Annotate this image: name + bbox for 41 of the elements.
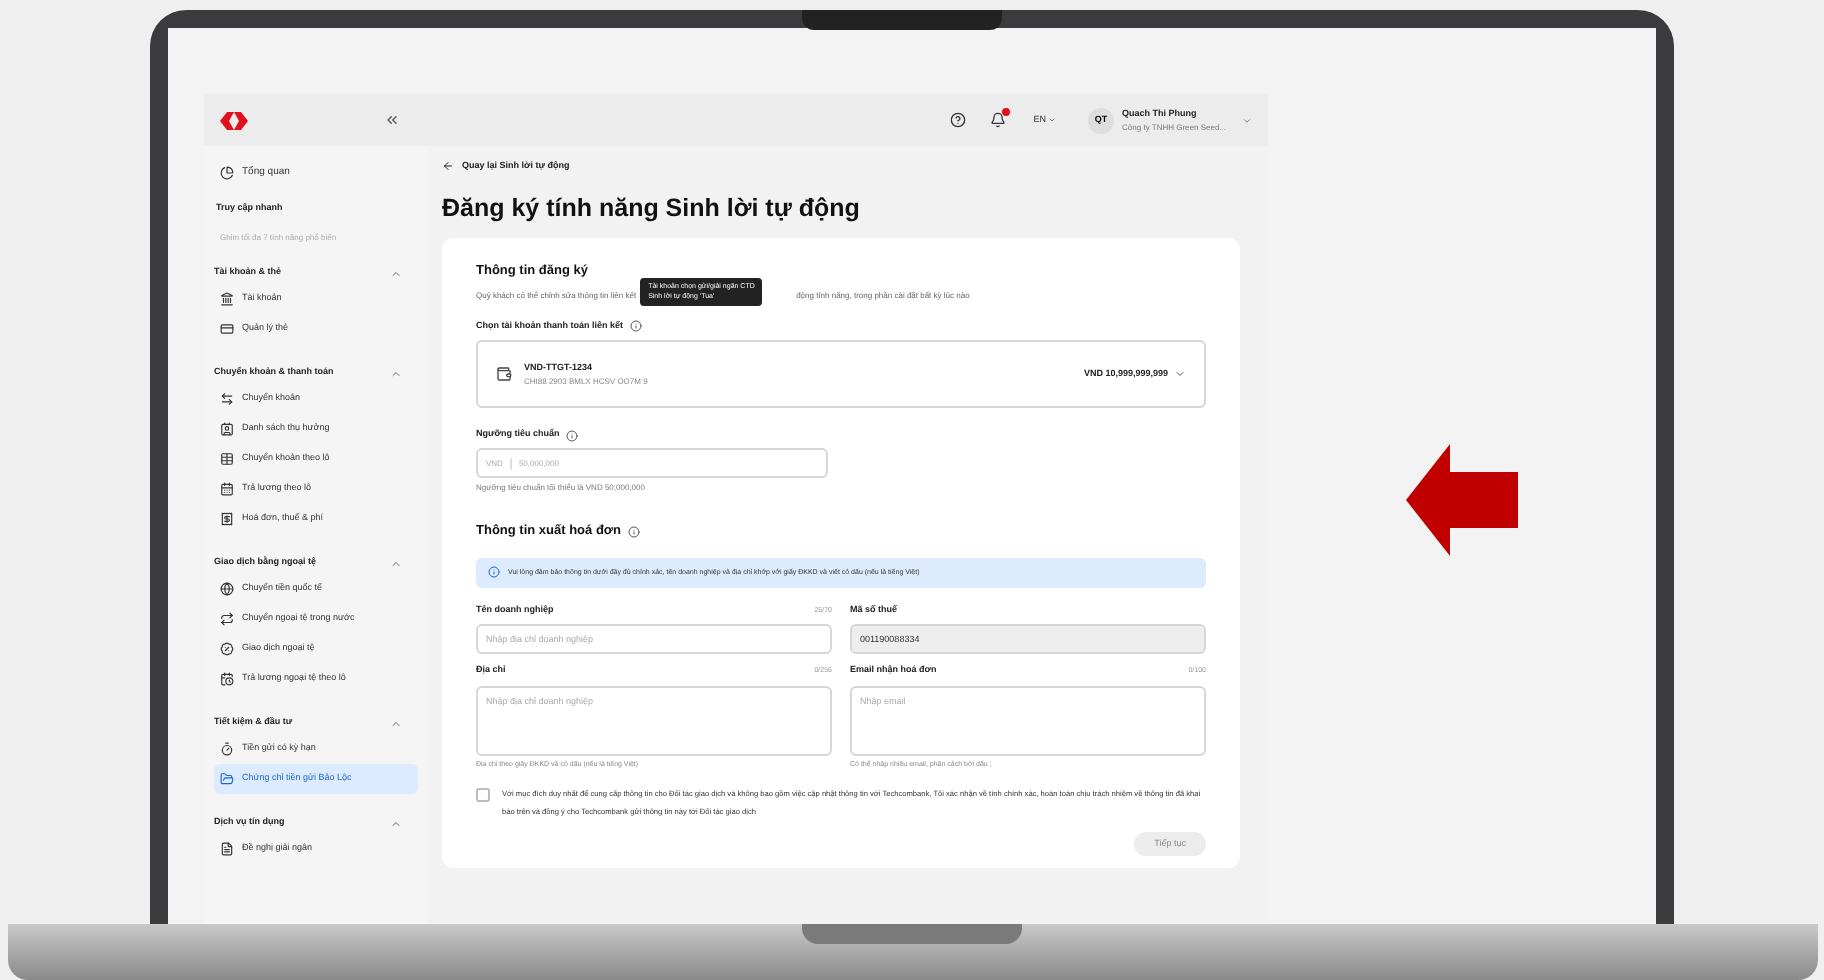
- percent-badge-icon: [220, 641, 234, 656]
- help-icon[interactable]: [949, 112, 966, 128]
- bell-icon: [989, 112, 1006, 128]
- page-title: Đăng ký tính năng Sinh lời tự động: [442, 193, 862, 222]
- calendar-icon: [220, 671, 234, 686]
- exchange-icon: [220, 611, 234, 626]
- info-icon[interactable]: [565, 429, 578, 442]
- chevron-up-icon: [390, 817, 402, 830]
- collapse-toggle[interactable]: [390, 367, 402, 380]
- chevron-up-icon: [390, 557, 402, 570]
- collapse-icon[interactable]: [384, 112, 400, 128]
- card-icon: [220, 321, 234, 336]
- collapse-toggle[interactable]: [390, 557, 402, 570]
- info-icon[interactable]: [629, 319, 642, 332]
- pie-chart-icon: [220, 166, 234, 180]
- chevron-down-icon: [1174, 368, 1186, 381]
- collapse-toggle[interactable]: [390, 717, 402, 730]
- chevron-down-icon: [1242, 115, 1252, 125]
- chevron-up-icon: [390, 717, 402, 730]
- checkbox[interactable]: [476, 788, 490, 802]
- folder-icon: [220, 771, 234, 786]
- timer-icon: [220, 741, 234, 756]
- back-arrow-icon: [442, 160, 454, 173]
- collapse-toggle[interactable]: [390, 267, 402, 280]
- bank-icon: [220, 291, 234, 306]
- chevron-up-icon: [390, 267, 402, 280]
- chevron-up-icon: [390, 367, 402, 380]
- notification-button[interactable]: [989, 112, 1006, 128]
- receipt-icon: [220, 511, 234, 526]
- wallet-icon: [496, 366, 512, 383]
- info-icon[interactable]: [627, 525, 639, 538]
- globe-icon: [220, 581, 234, 596]
- table-icon: [220, 451, 234, 466]
- contact-card-icon: [220, 421, 234, 436]
- logo-icon: [220, 111, 248, 129]
- arrows-icon: [220, 391, 234, 406]
- info-icon: [488, 566, 500, 579]
- arrow-left-icon: [1406, 443, 1518, 555]
- collapse-toggle[interactable]: [390, 817, 402, 830]
- document-icon: [220, 841, 234, 856]
- calendar-icon: [220, 481, 234, 496]
